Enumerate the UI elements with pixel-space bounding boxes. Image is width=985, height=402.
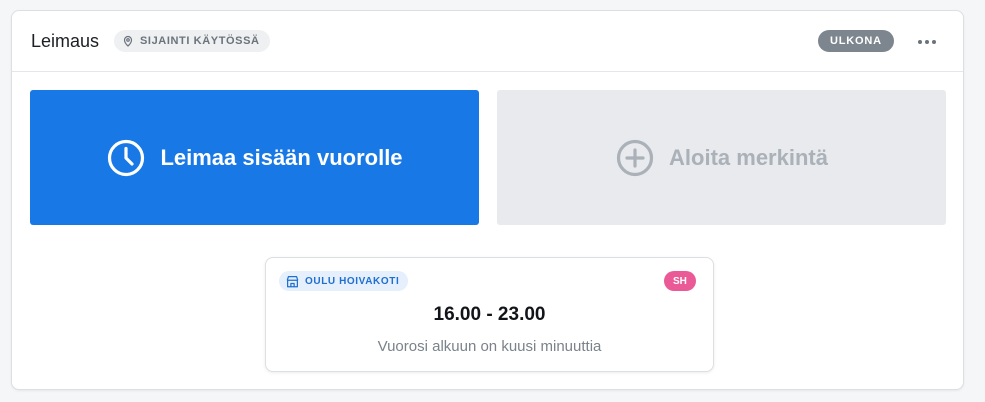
ellipsis-icon (918, 40, 922, 44)
location-status-label: SIJAINTI KÄYTÖSSÄ (140, 35, 260, 47)
more-options-button[interactable] (910, 31, 944, 53)
card-title: Leimaus (31, 31, 100, 51)
map-pin-icon (123, 35, 133, 47)
plus-circle-icon (616, 139, 654, 176)
shift-start-note: Vuorosi alkuun on kuusi minuuttia (377, 338, 602, 355)
location-status-chip: SIJAINTI KÄYTÖSSÄ (114, 30, 270, 52)
employee-initials-badge: SH (664, 271, 696, 291)
unit-label: OULU HOIVAKOTI (305, 275, 400, 287)
unit-chip: OULU HOIVAKOTI (279, 271, 409, 291)
upcoming-shift-card[interactable]: OULU HOIVAKOTI SH 16.00 - 23.00 Vuorosi … (265, 257, 714, 372)
ellipsis-icon (932, 40, 936, 44)
start-entry-label: Aloita merkintä (669, 144, 828, 170)
clock-in-label: Leimaa sisään vuorolle (160, 144, 403, 170)
building-icon (286, 275, 299, 287)
start-entry-button[interactable]: Aloita merkintä (497, 90, 946, 225)
clock-icon (108, 139, 145, 176)
ellipsis-icon (925, 40, 929, 44)
clocking-card: Leimaus SIJAINTI KÄYTÖSSÄ ULKONA Leimaa … (11, 10, 964, 390)
clock-in-button[interactable]: Leimaa sisään vuorolle (30, 90, 479, 225)
shift-time: 16.00 - 23.00 (433, 304, 546, 325)
presence-status-badge: ULKONA (818, 30, 894, 52)
card-header: Leimaus SIJAINTI KÄYTÖSSÄ ULKONA (12, 11, 963, 72)
